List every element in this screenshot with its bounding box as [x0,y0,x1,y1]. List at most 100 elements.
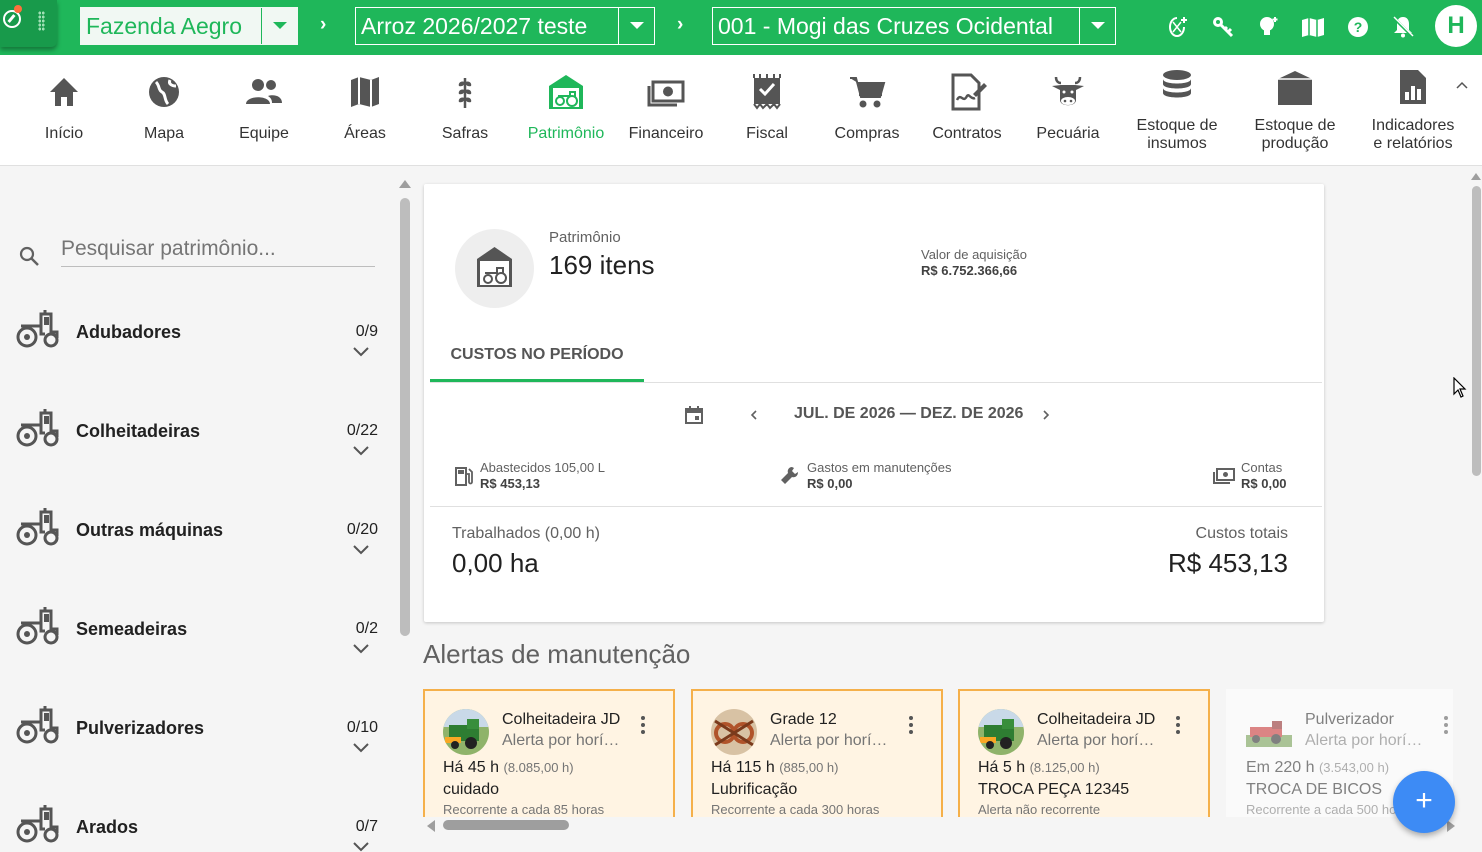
scroll-up-arrow[interactable] [1471,173,1481,180]
acquisition-label: Valor de aquisição [921,247,1027,262]
season-selector[interactable]: Arroz 2026/2027 teste [355,7,655,45]
category-pulverizadores[interactable]: Pulverizadores 0/10 [0,706,398,805]
lightbulb-icon[interactable] [1255,14,1281,40]
harrow-thumbnail [711,709,757,755]
chevron-down-icon[interactable] [352,742,370,754]
app-logo-tab[interactable] [0,0,57,47]
scroll-left-arrow[interactable] [427,820,435,832]
home-icon [50,78,78,106]
silo-icon [1278,71,1312,105]
alert-type: Alerta por horímetro [770,732,892,749]
chevron-left-icon[interactable] [748,408,760,422]
alert-type: Alerta por horímetro [1037,732,1159,749]
nav-item-areas[interactable]: Áreas [329,55,401,166]
category-name: Colheitadeiras [76,421,201,441]
more-vert-icon[interactable] [640,715,646,735]
scroll-right-arrow[interactable] [1447,820,1455,832]
category-arados[interactable]: Arados 0/7 [0,805,398,852]
maintenance-label: Gastos em manutenções [807,460,952,475]
nav-item-pecuaria[interactable]: Pecuária [1032,55,1104,166]
alert-asset-name: Colheitadeira JD [1037,711,1155,728]
nav-item-equipe[interactable]: Equipe [228,55,300,166]
more-vert-icon[interactable] [1175,715,1181,735]
chevron-down-icon[interactable] [352,643,370,655]
nav-item-financeiro[interactable]: Financeiro [629,55,703,166]
alert-asset-name: Colheitadeira JD [502,711,620,728]
drag-handle-icon[interactable] [38,11,45,31]
alert-type: Alerta por horímetro [502,732,624,749]
scrollbar-thumb[interactable] [443,820,569,830]
chevron-down-icon[interactable] [352,445,370,457]
area-selector[interactable]: 001 - Mogi das Cruzes Ocidental [712,7,1116,45]
wrench-icon [781,467,798,484]
user-avatar[interactable]: H [1435,5,1477,47]
alert-recurrence: Alerta não recorrente [978,802,1101,817]
nav-item-mapa[interactable]: Mapa [128,55,200,166]
alert-when: Em 220 h (3.543,00 h) [1246,759,1390,776]
total-costs-label: Custos totais [1195,525,1288,542]
category-outras-maquinas[interactable]: Outras máquinas 0/20 [0,508,398,607]
farm-selector[interactable]: Fazenda Aegro [80,7,298,45]
asset-search-input[interactable] [61,231,375,267]
category-name: Arados [76,817,139,837]
alerts-horizontal-scrollbar[interactable] [423,817,1457,834]
nav-item-inicio[interactable]: Início [28,55,100,166]
chevron-down-icon[interactable] [352,544,370,556]
category-colheitadeiras[interactable]: Colheitadeiras 0/22 [0,409,398,508]
summary-label: Patrimônio [549,229,621,246]
season-dropdown-button[interactable] [618,8,654,44]
harvester-thumbnail [443,709,489,755]
sidebar-scrollbar[interactable] [399,178,411,852]
chevron-down-icon[interactable] [352,841,370,852]
farm-dropdown-button[interactable] [261,8,297,44]
nav-item-fiscal[interactable]: Fiscal [731,55,803,166]
money-icon [647,80,685,107]
chevron-right-icon[interactable] [1040,408,1052,422]
scrollbar-thumb[interactable] [400,198,410,636]
tab-period-costs[interactable]: CUSTOS NO PERÍODO [430,334,644,382]
maintenance-alerts-list: Colheitadeira JD Alerta por horímetro Há… [423,689,1453,817]
map-book-icon[interactable] [1300,14,1326,40]
alert-type: Alerta por horímetro [1305,732,1427,749]
alert-task: cuidado [443,781,500,798]
fuel-label: Abastecidos 105,00 L [480,460,606,475]
nav-item-safras[interactable]: Safras [429,55,501,166]
nav-item-estoque-producao[interactable]: Estoque de produção [1251,55,1339,166]
cow-icon [1052,76,1084,106]
category-adubadores[interactable]: Adubadores 0/9 [0,310,398,409]
report-icon [1400,70,1426,104]
tractor-icon [16,607,59,645]
help-icon[interactable]: ? [1345,14,1371,40]
main-scrollbar[interactable] [1470,170,1482,852]
breadcrumb-separator: › [677,14,684,35]
alert-card[interactable]: Grade 12 Alerta por horímetro Há 115 h (… [691,689,943,817]
add-asset-button[interactable]: + [1393,771,1455,833]
asset-category-sidebar: Adubadores 0/9 Colheitadeiras 0/22 Outra… [0,167,398,852]
calendar-icon[interactable] [684,405,704,425]
nav-item-indicadores[interactable]: Indicadores e relatórios [1369,55,1457,166]
nav-scroll-up-icon[interactable] [1456,80,1468,92]
nav-item-label: Início [44,125,84,142]
nav-item-compras[interactable]: Compras [831,55,903,166]
notifications-off-icon[interactable] [1390,14,1416,40]
area-dropdown-button[interactable] [1079,8,1115,44]
agronomist-icon[interactable] [1164,14,1190,40]
nav-item-estoque-insumos[interactable]: Estoque de insumos [1133,55,1221,166]
key-icon[interactable] [1210,14,1236,40]
more-vert-icon[interactable] [1443,715,1449,735]
alert-card[interactable]: Colheitadeira JD Alerta por horímetro Há… [423,689,675,817]
scrollbar-thumb[interactable] [1472,186,1481,476]
nav-item-patrimonio[interactable]: Patrimônio [528,55,604,166]
tab-divider [430,382,1322,383]
scroll-up-arrow[interactable] [399,180,411,188]
nav-item-contratos[interactable]: Contratos [931,55,1003,166]
more-vert-icon[interactable] [908,715,914,735]
category-semeadeiras[interactable]: Semeadeiras 0/2 [0,607,398,706]
search-icon [19,246,39,266]
asset-summary-card: Patrimônio 169 itens Valor de aquisição … [424,184,1324,622]
tractor-icon [16,706,59,744]
alert-recurrence: Recorrente a cada 500 horas [1246,802,1415,817]
chevron-down-icon[interactable] [352,346,370,358]
worked-value: 0,00 ha [452,548,539,578]
alert-card[interactable]: Colheitadeira JD Alerta por horímetro Há… [958,689,1210,817]
